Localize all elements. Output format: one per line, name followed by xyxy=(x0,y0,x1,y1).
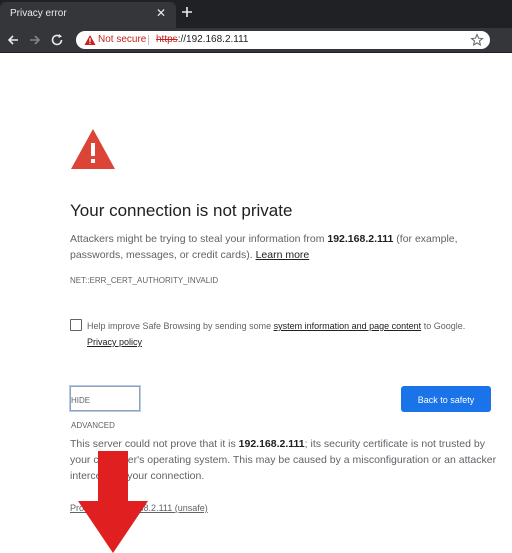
new-tab-icon[interactable] xyxy=(180,5,194,19)
bookmark-star-icon[interactable] xyxy=(470,33,484,47)
warning-triangle-icon[interactable] xyxy=(84,34,96,46)
text: Help improve Safe Browsing by sending so… xyxy=(87,321,274,331)
address-bar[interactable]: Not secure https://192.168.2.111 xyxy=(76,31,490,49)
not-secure-label[interactable]: Not secure xyxy=(98,34,146,45)
page-title: Your connection is not private xyxy=(70,201,293,220)
safe-browsing-checkbox[interactable] xyxy=(70,319,82,331)
back-to-safety-button[interactable]: Back to safety xyxy=(401,386,491,412)
text: Attackers might be trying to steal your … xyxy=(70,233,328,245)
error-code: NET::ERR_CERT_AUTHORITY_INVALID xyxy=(70,276,219,285)
warning-description: Attackers might be trying to steal your … xyxy=(70,231,500,263)
url-scheme: https xyxy=(156,34,178,45)
interstitial-page: Your connection is not private Attackers… xyxy=(0,53,512,553)
back-arrow-icon[interactable] xyxy=(6,33,20,47)
privacy-policy-link[interactable]: Privacy policy xyxy=(87,337,142,347)
warning-triangle-icon xyxy=(71,129,115,169)
red-arrow-annotation xyxy=(78,451,148,553)
tab-title: Privacy error xyxy=(10,8,67,19)
learn-more-link[interactable]: Learn more xyxy=(256,249,310,261)
text: This server could not prove that it is xyxy=(70,438,239,450)
reload-icon[interactable] xyxy=(50,33,64,47)
host-bold: 192.168.2.111 xyxy=(238,438,305,450)
system-info-link[interactable]: system information and page content xyxy=(274,321,422,331)
omnibox-divider xyxy=(148,35,149,45)
host-bold: 192.168.2.111 xyxy=(327,233,394,245)
safe-browsing-label: Help improve Safe Browsing by sending so… xyxy=(87,318,497,350)
close-tab-icon[interactable]: ✕ xyxy=(154,6,168,20)
hide-advanced-button[interactable]: HIDE ADVANCED xyxy=(69,385,141,430)
tab-privacy-error[interactable]: Privacy error ✕ xyxy=(0,2,176,28)
tab-strip: Privacy error ✕ xyxy=(0,0,512,28)
url-text[interactable]: https://192.168.2.111 xyxy=(156,34,249,45)
text: to Google. xyxy=(421,321,466,331)
forward-arrow-icon[interactable] xyxy=(28,33,42,47)
browser-toolbar: Not secure https://192.168.2.111 i xyxy=(0,28,512,74)
url-host: ://192.168.2.111 xyxy=(177,34,249,45)
